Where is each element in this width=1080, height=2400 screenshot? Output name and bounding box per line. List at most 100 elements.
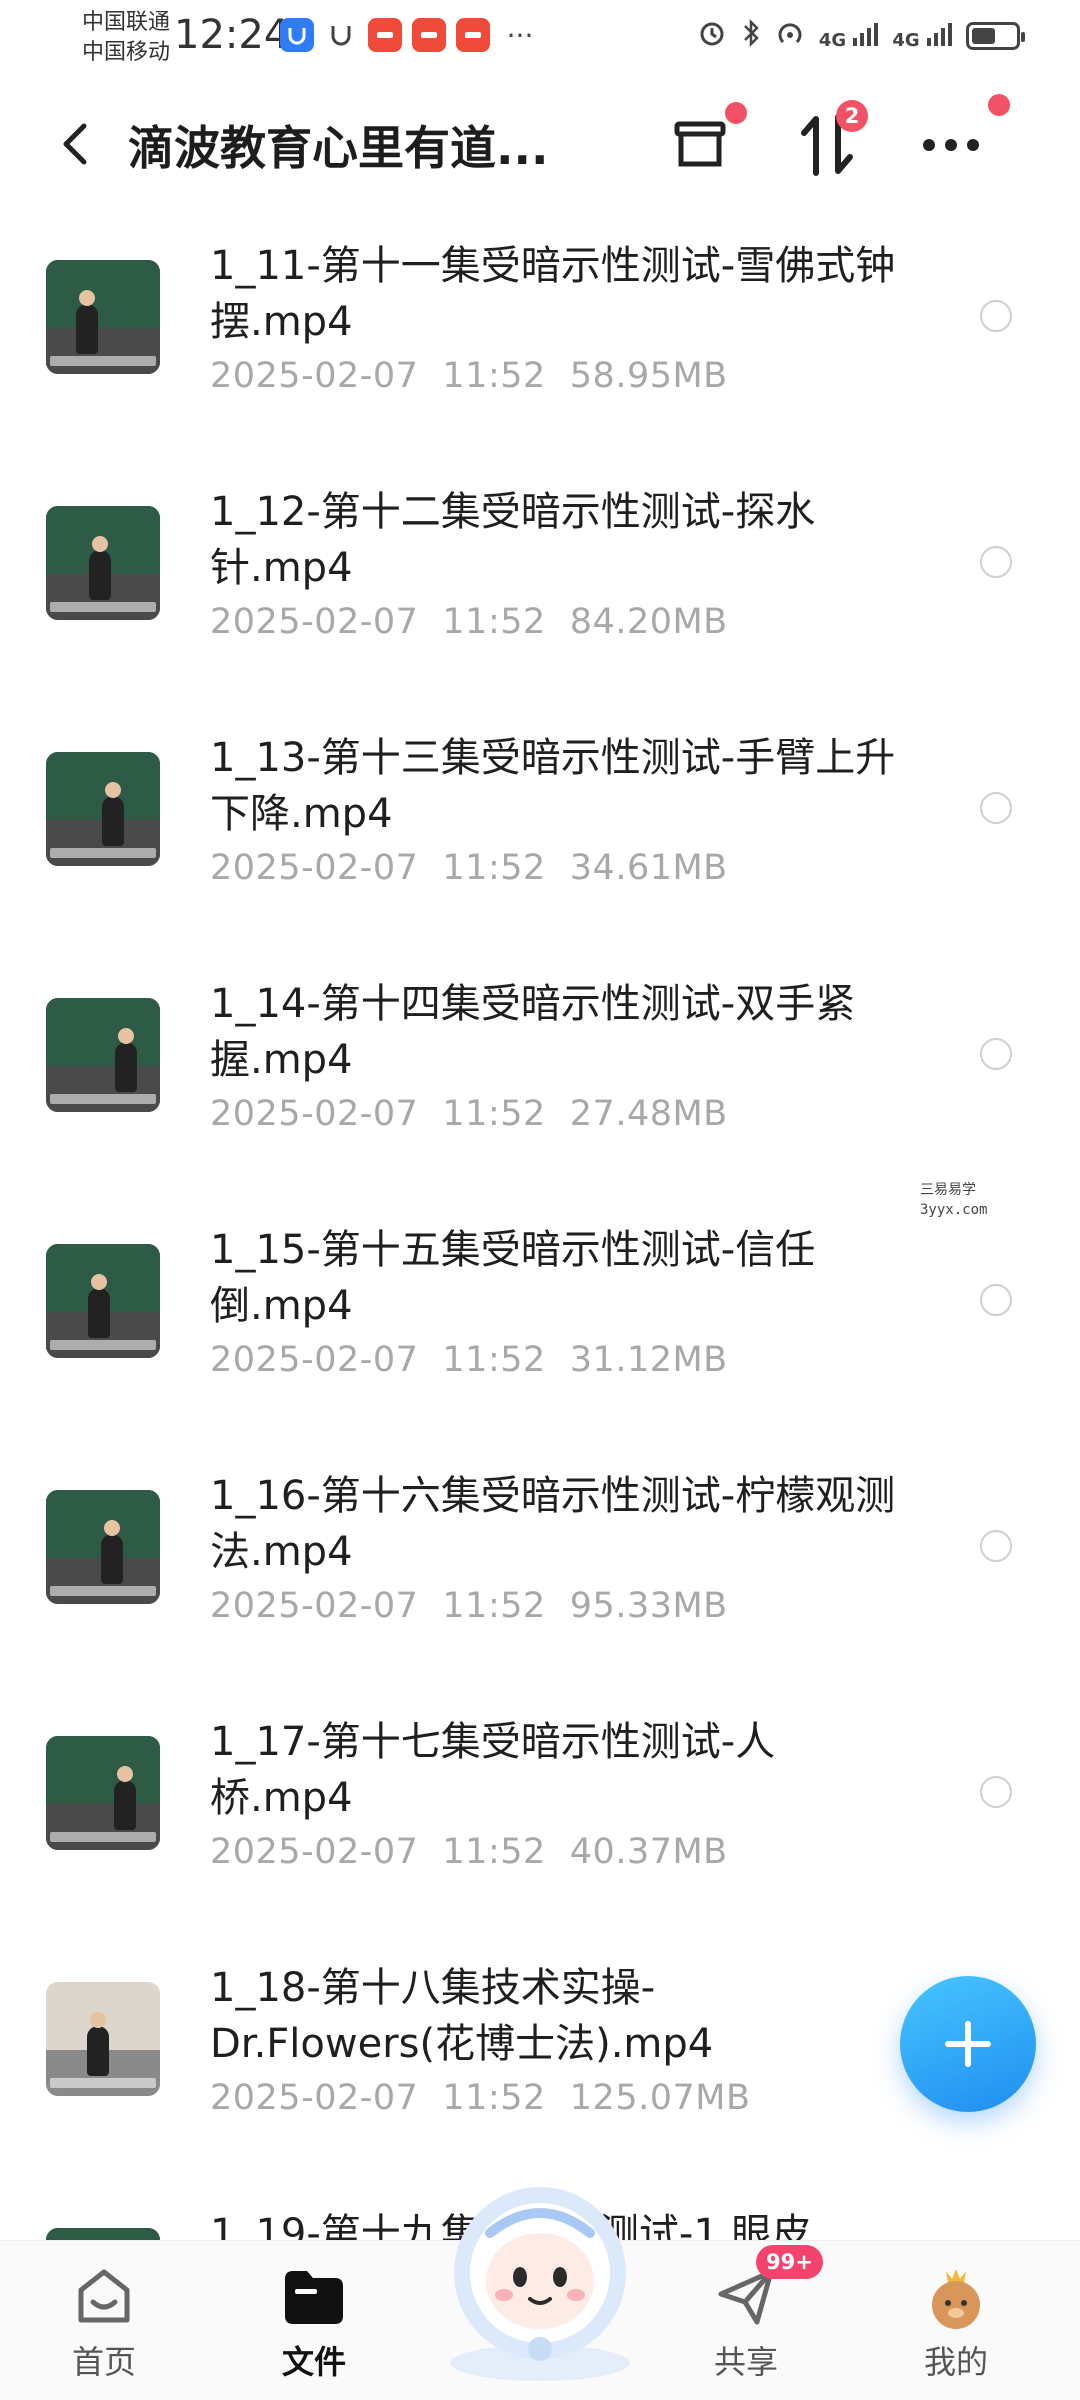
select-radio[interactable] xyxy=(980,546,1012,578)
file-date: 2025-02-07 xyxy=(210,1832,419,1872)
file-row[interactable]: 1_11-第十一集受暗示性测试-雪佛式钟摆.mp4 2025-02-07 11:52… xyxy=(0,220,1080,465)
ai-assistant-button[interactable] xyxy=(430,2173,650,2383)
more-dots-icon xyxy=(923,139,979,151)
video-thumbnail xyxy=(46,998,160,1112)
file-row[interactable]: 1_15-第十五集受暗示性测试-信任倒.mp4 2025-02-07 11:52 31… xyxy=(0,1204,1080,1449)
file-time: 11:52 xyxy=(442,356,546,396)
video-thumbnail xyxy=(46,506,160,620)
file-size: 125.07MB xyxy=(569,2078,751,2118)
more-red-dot xyxy=(988,94,1010,116)
file-meta: 2025-02-07 11:52 34.61MB xyxy=(210,848,728,888)
file-name: 1_15-第十五集受暗示性测试-信任倒.mp4 xyxy=(210,1227,816,1329)
add-button[interactable] xyxy=(900,1976,1036,2112)
file-meta: 2025-02-07 11:52 125.07MB xyxy=(210,2078,750,2118)
file-name: 1_13-第十三集受暗示性测试-手臂上升下降.mp4 xyxy=(210,735,896,837)
video-thumbnail xyxy=(46,1244,160,1358)
select-radio[interactable] xyxy=(980,1038,1012,1070)
app-root: 中国联通 中国移动 12:24 ··· 4G 4G 滴波教育心里有道... 2 … xyxy=(0,0,1080,2400)
file-name: 1_16-第十六集受暗示性测试-柠檬观测法.mp4 xyxy=(210,1473,896,1575)
file-meta: 2025-02-07 11:52 40.37MB xyxy=(210,1832,728,1872)
network-type-1: 4G xyxy=(818,29,847,51)
nav-home-label: 首页 xyxy=(71,2343,136,2381)
top-bar: 滴波教育心里有道... 2 xyxy=(0,90,1080,200)
file-name: 1_18-第十八集技术实操-Dr.Flowers(花博士法).mp4 xyxy=(210,1965,714,2067)
file-size: 84.20MB xyxy=(569,602,728,642)
file-row[interactable]: 1_17-第十七集受暗示性测试-人桥.mp4 2025-02-07 11:52 40.… xyxy=(0,1696,1080,1941)
nav-share-label: 共享 xyxy=(713,2343,778,2381)
sort-button[interactable]: 2 xyxy=(792,100,868,180)
nav-files-label: 文件 xyxy=(281,2343,346,2381)
file-time: 11:52 xyxy=(442,602,546,642)
more-notifications-icon: ··· xyxy=(506,18,534,52)
file-name: 1_11-第十一集受暗示性测试-雪佛式钟摆.mp4 xyxy=(210,243,896,345)
file-row[interactable]: 1_16-第十六集受暗示性测试-柠檬观测法.mp4 2025-02-07 11:52… xyxy=(0,1450,1080,1695)
assistant-mascot-icon xyxy=(450,2187,630,2381)
page-title: 滴波教育心里有道... xyxy=(128,121,549,175)
file-row[interactable]: 1_14-第十四集受暗示性测试-双手紧握.mp4 2025-02-07 11:52 2… xyxy=(0,958,1080,1203)
bottom-nav: 首页 文件 99+ 共享 我的 xyxy=(0,2187,1080,2400)
file-size: 95.33MB xyxy=(569,1586,728,1626)
file-date: 2025-02-07 xyxy=(210,356,419,396)
select-radio[interactable] xyxy=(980,1530,1012,1562)
select-radio[interactable] xyxy=(980,792,1012,824)
file-name: 1_12-第十二集受暗示性测试-探水针.mp4 xyxy=(210,489,816,591)
file-meta: 2025-02-07 11:52 84.20MB xyxy=(210,602,728,642)
file-date: 2025-02-07 xyxy=(210,1094,419,1134)
file-time: 11:52 xyxy=(442,2078,546,2118)
file-time: 11:52 xyxy=(442,1340,546,1380)
shopping-app-icon xyxy=(412,18,446,52)
more-options-button[interactable] xyxy=(916,94,1010,180)
video-thumbnail xyxy=(46,1490,160,1604)
file-meta: 2025-02-07 11:52 27.48MB xyxy=(210,1094,728,1134)
video-thumbnail xyxy=(46,1736,160,1850)
watermark: 三易易学 3yyx.com xyxy=(920,1180,987,1220)
signal-2-icon: 4G xyxy=(892,22,952,51)
battery-icon xyxy=(966,22,1025,50)
watermark-line-2: 3yyx.com xyxy=(920,1202,988,1218)
nav-share[interactable]: 99+ 共享 xyxy=(676,2245,823,2391)
file-size: 34.61MB xyxy=(569,848,728,888)
file-size: 31.12MB xyxy=(569,1340,728,1380)
file-date: 2025-02-07 xyxy=(210,848,419,888)
chevron-left-icon xyxy=(63,123,87,165)
file-size: 40.37MB xyxy=(569,1832,728,1872)
file-date: 2025-02-07 xyxy=(210,1586,419,1626)
nav-files[interactable]: 文件 xyxy=(244,2261,384,2391)
nav-mine[interactable]: 我的 xyxy=(886,2261,1026,2391)
file-row[interactable]: 1_12-第十二集受暗示性测试-探水针.mp4 2025-02-07 11:52 84… xyxy=(0,466,1080,711)
file-time: 11:52 xyxy=(442,848,546,888)
file-name: 1_17-第十七集受暗示性测试-人桥.mp4 xyxy=(210,1719,776,1821)
plus-icon xyxy=(945,2021,991,2067)
archive-button[interactable] xyxy=(665,102,747,180)
file-name: 1_14-第十四集受暗示性测试-双手紧握.mp4 xyxy=(210,981,856,1083)
archive-red-dot xyxy=(725,102,747,124)
select-radio[interactable] xyxy=(980,1284,1012,1316)
nav-home[interactable]: 首页 xyxy=(34,2261,174,2391)
select-radio[interactable] xyxy=(980,300,1012,332)
nav-mine-label: 我的 xyxy=(923,2343,988,2381)
carrier-2: 中国移动 xyxy=(82,40,171,65)
hotspot-icon xyxy=(775,18,805,54)
archive-icon xyxy=(674,121,726,167)
video-thumbnail xyxy=(46,752,160,866)
carrier-labels: 中国联通 中国移动 xyxy=(82,8,170,68)
network-type-2: 4G xyxy=(892,29,920,51)
select-radio[interactable] xyxy=(980,1776,1012,1808)
file-date: 2025-02-07 xyxy=(210,602,419,642)
app-notification-icon xyxy=(280,18,314,52)
shopping-app-icon xyxy=(368,18,402,52)
bluetooth-icon xyxy=(741,18,761,54)
system-icons: 4G 4G xyxy=(697,18,1025,54)
file-row[interactable]: 1_13-第十三集受暗示性测试-手臂上升下降.mp4 2025-02-07 11:5… xyxy=(0,712,1080,957)
file-date: 2025-02-07 xyxy=(210,1340,419,1380)
file-date: 2025-02-07 xyxy=(210,2078,419,2118)
file-meta: 2025-02-07 11:52 95.33MB xyxy=(210,1586,728,1626)
send-icon: 99+ xyxy=(710,2245,823,2333)
signal-1-icon: 4G xyxy=(819,22,879,51)
file-time: 11:52 xyxy=(442,1094,546,1134)
status-bar: 中国联通 中国移动 12:24 ··· 4G 4G xyxy=(0,0,1080,78)
sort-badge: 2 xyxy=(836,100,868,132)
alarm-icon xyxy=(697,18,727,54)
back-button[interactable] xyxy=(50,114,100,174)
video-thumbnail xyxy=(46,260,160,374)
